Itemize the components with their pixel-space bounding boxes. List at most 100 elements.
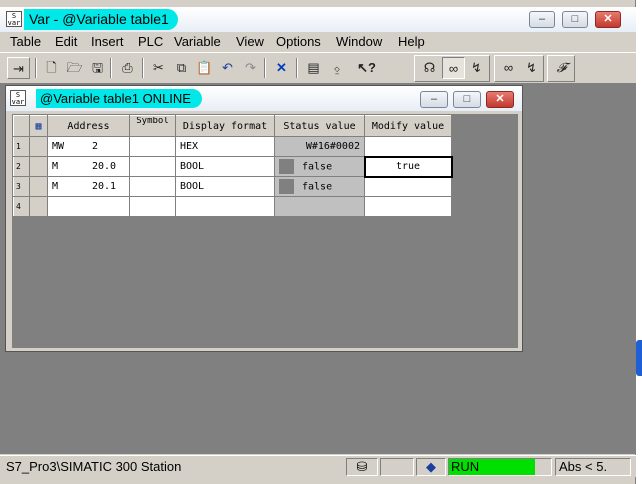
window-title: Var - @Variable table1 [24,9,178,30]
run-indicator: RUN [449,459,535,475]
symbol-cell[interactable] [129,156,176,177]
column-symbol[interactable]: Symbol [129,115,176,137]
column-status-value[interactable]: Status value [274,115,365,137]
toolbar-separator [142,58,144,78]
row-gutter [29,176,48,197]
abs-indicator: Abs < 5. [555,458,631,476]
column-symbol-label: Symbol [136,117,169,126]
row-gutter [29,136,48,157]
monitor-variable-icon[interactable]: ∞ [497,57,520,79]
undo-icon[interactable]: ↶ [216,57,239,79]
toolbar-separator [296,58,298,78]
child-maximize-button[interactable]: □ [453,91,481,108]
application-window: Svar Var - @Variable table1 – □ ✕ Table … [0,0,636,484]
format-cell[interactable]: HEX [175,136,275,157]
pin-icon[interactable]: ⇥ [7,57,30,79]
status-value: false [302,161,333,173]
address-cell[interactable] [47,196,130,217]
address-cell[interactable]: M 20.1 [47,176,130,197]
address-number: 2 [92,141,99,152]
address-type: M [52,161,59,172]
corner-cell [13,115,30,137]
child-window-icon: Svar [10,90,26,106]
status-indicator [279,159,294,174]
table-row[interactable]: 1 MW 2 HEX W#16#0002 [13,136,452,157]
row-number[interactable]: 2 [13,156,30,177]
connect-icon[interactable]: ☊ [418,57,441,79]
cut-icon[interactable]: ✂ [147,57,170,79]
column-address[interactable]: Address [47,115,130,137]
menu-variable[interactable]: Variable [174,34,221,49]
menu-view[interactable]: View [236,34,264,49]
symbol-cell[interactable] [129,136,176,157]
modify-icon[interactable]: ↯ [465,57,488,79]
toolbar: ⇥ 🗋 🗁 🖫 ⎙ ✂ ⧉ 📋 ↶ ↷ ✕ ▤ ⍚ ↖? ☊ ∞ ↯ ∞ ↯ 𝓕 [0,52,636,84]
variable-table: ▦ Address Symbol Display format Status v… [13,115,453,217]
maximize-button[interactable]: □ [562,11,588,28]
child-minimize-button[interactable]: – [420,91,448,108]
modify-cell[interactable] [364,176,452,197]
menu-options[interactable]: Options [276,34,321,49]
mode-pane: RUN [448,458,552,476]
toolbar-separator [110,58,112,78]
online-icon: ⛁ [346,458,378,476]
glasses-icon[interactable]: ∞ [442,57,465,79]
format-cell[interactable]: BOOL [175,156,275,177]
close-button[interactable]: ✕ [595,11,621,28]
menu-plc[interactable]: PLC [138,34,163,49]
row-number[interactable]: 4 [13,196,30,217]
delete-icon[interactable]: ✕ [270,57,293,79]
diamond-icon: ◆ [416,458,446,476]
status-cell: W#16#0002 [274,136,365,157]
address-number: 20.0 [92,161,117,172]
variable-icon[interactable]: ⍚ [326,57,349,79]
child-close-button[interactable]: ✕ [486,91,514,108]
modify-cell[interactable] [364,136,452,157]
address-cell[interactable]: MW 2 [47,136,130,157]
status-bar: S7_Pro3\SIMATIC 300 Station ⛁ ◆ RUN Abs … [0,455,636,477]
modify-cell[interactable] [364,196,452,217]
menu-insert[interactable]: Insert [91,34,124,49]
address-type: M [52,181,59,192]
menu-edit[interactable]: Edit [55,34,77,49]
address-number: 20.1 [92,181,117,192]
modify-variable-icon[interactable]: ↯ [520,57,543,79]
table-row[interactable]: 3 M 20.1 BOOL false [13,176,452,197]
monitor-icon[interactable]: ▤ [302,57,325,79]
modify-cell[interactable]: true [363,155,453,178]
paste-icon[interactable]: 📋 [193,57,216,79]
symbol-cell[interactable] [129,176,176,197]
symbol-cell[interactable] [129,196,176,217]
column-modify-value[interactable]: Modify value [364,115,452,137]
row-number[interactable]: 3 [13,176,30,197]
toolbar-separator [35,58,37,78]
help-icon[interactable]: ↖? [355,57,378,79]
column-display-format[interactable]: Display format [175,115,275,137]
format-cell[interactable]: BOOL [175,176,275,197]
address-type: MW [52,141,65,152]
row-number[interactable]: 1 [13,136,30,157]
copy-icon[interactable]: ⧉ [170,57,193,79]
force-icon[interactable]: 𝓕 [550,57,573,79]
app-icon: Svar [6,11,22,27]
redo-icon[interactable]: ↷ [239,57,262,79]
status-cell [274,196,365,217]
menu-window[interactable]: Window [336,34,382,49]
menu-table[interactable]: Table [10,34,41,49]
save-icon[interactable]: 🖫 [86,57,109,79]
menu-help[interactable]: Help [398,34,425,49]
child-window-title: @Variable table1 ONLINE [36,89,202,108]
status-value: false [302,181,333,193]
table-icon[interactable]: ▦ [29,115,48,137]
minimize-button[interactable]: – [529,11,555,28]
format-cell[interactable] [175,196,275,217]
open-icon[interactable]: 🗁 [63,57,86,79]
print-icon[interactable]: ⎙ [116,57,139,79]
toolbar-separator [264,58,266,78]
table-row[interactable]: 2 M 20.0 BOOL false true [13,155,453,178]
status-value: W#16#0002 [305,141,360,152]
new-icon[interactable]: 🗋 [40,57,63,79]
side-scroll-tab[interactable] [636,340,642,376]
table-row[interactable]: 4 [13,196,452,217]
address-cell[interactable]: M 20.0 [47,156,130,177]
